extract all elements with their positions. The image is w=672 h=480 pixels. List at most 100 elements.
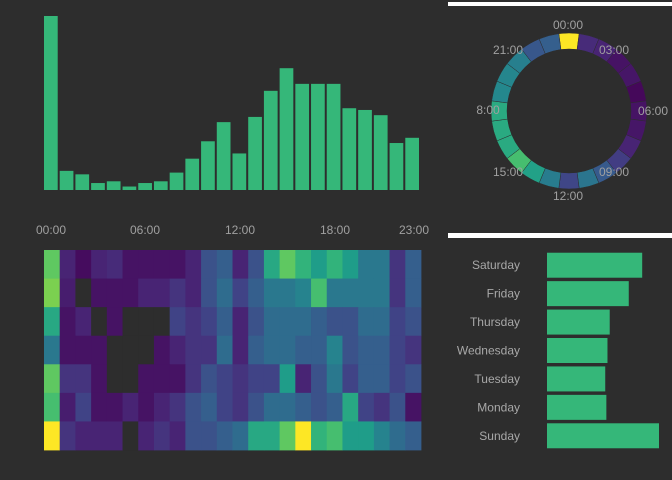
heatmap-cell [342, 335, 359, 365]
heatmap-cell [232, 307, 249, 337]
hourly-bar-1700 [311, 83, 325, 190]
heatmap-cell [216, 307, 233, 337]
hourly-bar-2000 [358, 109, 372, 190]
heatmap-cell [44, 335, 61, 365]
heatmap-cell [232, 421, 249, 451]
heatmap-cell [263, 421, 281, 451]
heatmap-cell [153, 307, 171, 337]
heatmap-cell [232, 392, 249, 422]
heatmap-cell [326, 278, 343, 308]
clock-tick-label: 09:00 [599, 165, 629, 179]
heatmap-cell [122, 421, 139, 451]
heatmap-cell [389, 278, 406, 308]
heatmap-cell [295, 278, 312, 308]
heatmap-cell [373, 364, 390, 394]
heatmap-cell [106, 421, 123, 451]
heatmap-cell [216, 421, 233, 451]
heatmap-cell [91, 307, 108, 337]
heatmap-cell [279, 364, 296, 394]
heatmap-cell [389, 335, 406, 365]
clock-tick-label: 15:00 [493, 165, 523, 179]
heatmap-cell [389, 250, 406, 279]
heatmap-cell [311, 278, 328, 308]
heatmap-cell [153, 335, 171, 365]
weekday-label: Tuesday [474, 372, 520, 386]
heatmap-cell [153, 250, 171, 279]
heatmap-cell [295, 392, 312, 422]
heatmap-cell [295, 421, 312, 451]
heatmap-cell [405, 335, 422, 365]
heatmap-cell [201, 364, 218, 394]
heatmap-cell [405, 307, 422, 337]
weekday-label: Saturday [472, 258, 520, 272]
heatmap-cell [75, 278, 92, 308]
heatmap-cell [106, 392, 123, 422]
heatmap-cell [138, 278, 155, 308]
heatmap-cell [311, 421, 328, 451]
heatmap-cell [185, 392, 202, 422]
clock-tick-label: 06:00 [638, 104, 668, 118]
heatmap-cell [248, 335, 265, 365]
heatmap-cell [311, 250, 328, 279]
heatmap-cell [201, 278, 218, 308]
heatmap-cell [373, 250, 390, 279]
hourly-tick-label: 23:00 [399, 223, 429, 237]
heatmap-cell [295, 364, 312, 394]
heatmap-cell [75, 421, 92, 451]
heatmap-cell [75, 392, 92, 422]
heatmap-cell [342, 250, 359, 279]
heatmap-cell [373, 307, 390, 337]
heatmap-cell [185, 421, 202, 451]
heatmap-cell [44, 364, 61, 394]
heatmap-cell [311, 392, 328, 422]
heatmap-cell [263, 278, 281, 308]
hourly-bar-2300 [405, 137, 419, 190]
heatmap-cell [44, 421, 61, 451]
hourly-bar-2100 [373, 115, 388, 190]
hourly-tick-label: 06:00 [130, 223, 160, 237]
heatmap-cell [326, 307, 343, 337]
heatmap-cell [263, 364, 281, 394]
weekday-bar-sunday [547, 423, 659, 449]
hourly-bar-0100 [59, 170, 74, 190]
heatmap-cell [91, 250, 108, 279]
heatmap-cell [342, 364, 359, 394]
heatmap-cell [91, 421, 108, 451]
heatmap-cell [153, 392, 171, 422]
weekday-bar-thursday [547, 309, 610, 335]
heatmap-cell [201, 335, 218, 365]
heatmap-cell [263, 392, 281, 422]
heatmap-cell [59, 335, 76, 365]
heatmap-cell [91, 392, 108, 422]
heatmap-cell [248, 392, 265, 422]
heatmap-cell [75, 335, 92, 365]
heatmap-cell [185, 335, 202, 365]
heatmap-cell [295, 250, 312, 279]
hourly-bar-1100 [216, 122, 231, 190]
heatmap-cell [216, 278, 233, 308]
heatmap-cell [405, 250, 422, 279]
heatmap-cell [91, 364, 108, 394]
heatmap-cell [216, 392, 233, 422]
heatmap-cell [248, 250, 265, 279]
heatmap-cell [389, 364, 406, 394]
heatmap-cell [169, 307, 186, 337]
heatmap-cell [279, 392, 296, 422]
heatmap-cell [216, 335, 233, 365]
heatmap-cell [311, 335, 328, 365]
heatmap-cell [295, 335, 312, 365]
heatmap-cell [169, 392, 186, 422]
clock-segment-1200 [558, 172, 580, 190]
heatmap-cell [59, 307, 76, 337]
heatmap-cell [405, 421, 422, 451]
heatmap-cell [358, 421, 375, 451]
heatmap-cell [106, 335, 123, 365]
weekday-label: Thursday [470, 315, 520, 329]
heatmap-cell [122, 307, 139, 337]
heatmap-cell [326, 392, 343, 422]
weekday-label: Wednesday [457, 344, 520, 358]
heatmap-cell [122, 392, 139, 422]
heatmap-cell [153, 421, 171, 451]
heatmap-cell [342, 278, 359, 308]
hourly-bar-0500 [122, 186, 137, 190]
